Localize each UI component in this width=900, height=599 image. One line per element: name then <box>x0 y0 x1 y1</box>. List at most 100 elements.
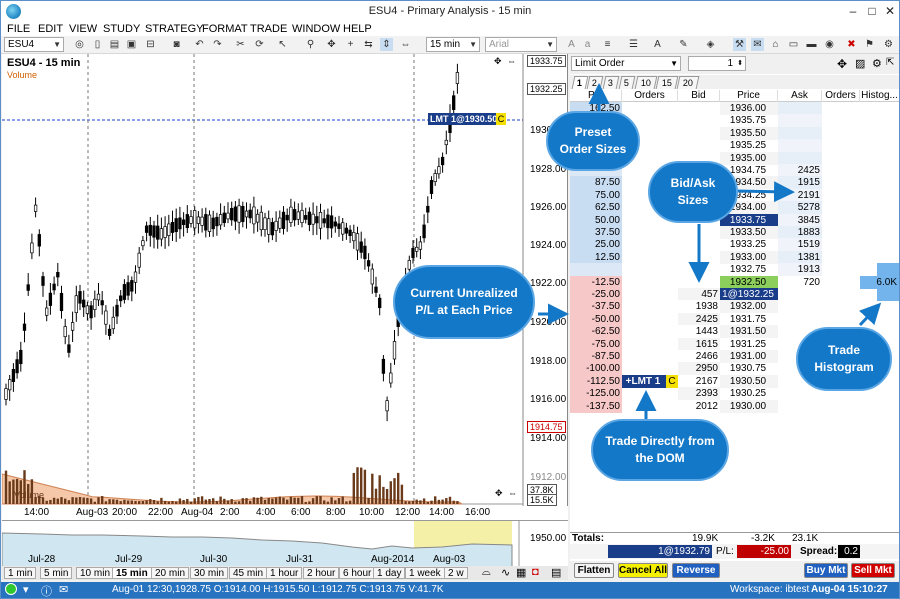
ask-cell[interactable]: 2425 <box>778 164 822 177</box>
ask-orders-cell[interactable] <box>822 139 860 152</box>
interval-tab-selected[interactable]: 15 min <box>112 567 152 579</box>
bid-cell[interactable] <box>678 276 720 289</box>
flag-icon[interactable]: ⚑ <box>863 38 876 51</box>
ask-cell[interactable]: 720 <box>778 276 822 289</box>
chat-icon[interactable]: ✉ <box>751 38 764 51</box>
pl-cell[interactable]: 62.50 <box>570 201 622 215</box>
price-cell[interactable]: 1931.00 <box>720 350 778 363</box>
histogram-cell[interactable] <box>860 189 899 202</box>
ask-cell[interactable]: 1915 <box>778 176 822 190</box>
ask-cell[interactable]: 1913 <box>778 263 822 277</box>
link-icon[interactable]: ◎ <box>73 38 86 51</box>
ask-orders-cell[interactable] <box>822 276 860 289</box>
bid-cell[interactable] <box>678 263 720 276</box>
pl-cell[interactable]: 37.50 <box>570 226 622 239</box>
save-icon[interactable]: ▣ <box>125 38 138 51</box>
font-select[interactable]: Arial ▼ <box>485 37 557 52</box>
overview-chart[interactable]: Jul-28 Jul-29 Jul-30 Jul-31 Aug-2014 Aug… <box>2 520 568 567</box>
grid-icon[interactable]: ▦ <box>516 566 526 579</box>
histogram-cell[interactable] <box>860 114 899 127</box>
ask-orders-cell[interactable] <box>822 127 860 140</box>
ask-cell[interactable] <box>778 114 822 128</box>
bid-orders-cell[interactable] <box>622 387 678 400</box>
price-cell[interactable]: 1930.75 <box>720 362 778 375</box>
histogram-cell[interactable]: 6.0K <box>860 275 899 289</box>
histogram-cell[interactable] <box>860 152 899 165</box>
interval-tab[interactable]: 45 min <box>229 567 268 579</box>
pl-cell[interactable]: -37.50 <box>570 300 622 314</box>
ask-cell[interactable]: 5278 <box>778 201 822 215</box>
camera-icon[interactable]: ◙ <box>170 38 183 51</box>
price-cell[interactable]: 1930.50 <box>720 374 778 388</box>
ask-cell[interactable]: 1381 <box>778 250 822 264</box>
preset-tab[interactable]: 10 <box>634 76 658 89</box>
bid-cell[interactable]: 2393 <box>678 387 720 401</box>
reverse-button[interactable]: Reverse <box>672 563 720 578</box>
menu-edit[interactable]: EDIT <box>38 23 63 36</box>
price-cell[interactable]: 1@1932.25 <box>720 288 778 301</box>
menu-strategy[interactable]: STRATEGY <box>145 23 203 36</box>
preset-tab[interactable]: 15 <box>655 76 679 89</box>
price-cell[interactable]: 1931.25 <box>720 338 778 351</box>
expand-icon[interactable]: ⇱ <box>886 57 894 68</box>
interval-tab[interactable]: 5 min <box>40 567 73 579</box>
pl-cell[interactable]: -137.50 <box>570 399 622 413</box>
bid-cell[interactable]: 1938 <box>678 300 720 314</box>
bid-cell[interactable]: 2950 <box>678 362 720 376</box>
pl-cell[interactable]: -25.00 <box>570 288 622 301</box>
messages-icon[interactable]: ✉ <box>59 583 68 596</box>
ask-cell[interactable] <box>778 400 822 413</box>
bid-orders-cell[interactable] <box>622 400 678 413</box>
lock-icon[interactable]: ▨ <box>855 57 865 70</box>
histogram-cell[interactable] <box>860 127 899 140</box>
bid-orders-cell[interactable]: +LMT 1 <box>622 374 666 388</box>
bid-cell[interactable] <box>678 127 720 140</box>
pl-cell[interactable]: -12.50 <box>570 275 622 289</box>
pl-cell[interactable]: -112.50 <box>570 374 622 388</box>
info-icon[interactable]: ⓘ <box>41 583 52 598</box>
spinner-icon[interactable]: ⬍ <box>737 57 743 70</box>
header-bid-orders[interactable]: Orders <box>622 90 678 102</box>
chart-order-marker[interactable]: LMT 1@1930.50 <box>428 113 500 125</box>
wave-icon[interactable]: ∿ <box>501 566 510 579</box>
histogram-cell[interactable] <box>860 251 899 264</box>
price-cell[interactable]: 1932.00 <box>720 300 778 314</box>
menu-help[interactable]: HELP <box>343 23 372 36</box>
price-cell[interactable]: 1932.75 <box>720 263 778 276</box>
bid-cell[interactable]: 2012 <box>678 399 720 413</box>
pl-cell[interactable]: 87.50 <box>570 176 622 190</box>
line-style-icon[interactable]: ☰ <box>627 38 640 51</box>
price-cell[interactable]: 1930.00 <box>720 399 778 413</box>
window-icon[interactable]: ▭ <box>787 38 800 51</box>
price-cell[interactable]: 1930.25 <box>720 387 778 400</box>
ask-cell[interactable] <box>778 288 822 301</box>
ladder-row[interactable]: 50.00 1933.75 3845 <box>570 213 899 227</box>
cancel-tool-icon[interactable]: ✖ <box>845 38 858 51</box>
alert-icon[interactable]: ◘ <box>532 566 539 578</box>
price-cell[interactable]: 1933.00 <box>720 250 778 264</box>
bid-orders-cell[interactable] <box>622 251 678 264</box>
fill-color-icon[interactable]: ◈ <box>704 38 717 51</box>
interval-select[interactable]: 15 min ▼ <box>426 37 480 52</box>
bid-cell[interactable] <box>678 114 720 127</box>
ask-cell[interactable]: 2191 <box>778 188 822 202</box>
ask-orders-cell[interactable] <box>822 164 860 177</box>
bid-cell[interactable] <box>678 238 720 251</box>
scroll-icon[interactable]: ⇔ <box>399 38 412 51</box>
price-cell[interactable]: 1935.25 <box>720 139 778 152</box>
zoom-icon[interactable]: ⚲ <box>304 38 317 51</box>
menu-study[interactable]: STUDY <box>103 23 140 36</box>
price-cell[interactable]: 1932.50 <box>720 275 778 289</box>
interval-tab[interactable]: 2 hour <box>303 567 340 579</box>
histogram-cell[interactable] <box>877 288 899 301</box>
histogram-cell[interactable] <box>860 164 899 177</box>
ladder-row[interactable]: -12.50 1932.50 720 6.0K <box>570 275 899 289</box>
preset-tab[interactable]: 20 <box>676 76 700 89</box>
header-bid[interactable]: Bid <box>678 90 720 102</box>
glasses-icon[interactable]: ⌓ <box>482 566 491 579</box>
ladder-row[interactable]: 1932.75 1913 <box>570 263 899 277</box>
line-width-icon[interactable]: ≡ <box>601 38 614 51</box>
preset-tab[interactable]: 3 <box>602 76 620 89</box>
ask-cell[interactable]: 3845 <box>778 213 822 227</box>
bid-orders-cell[interactable] <box>622 288 678 301</box>
